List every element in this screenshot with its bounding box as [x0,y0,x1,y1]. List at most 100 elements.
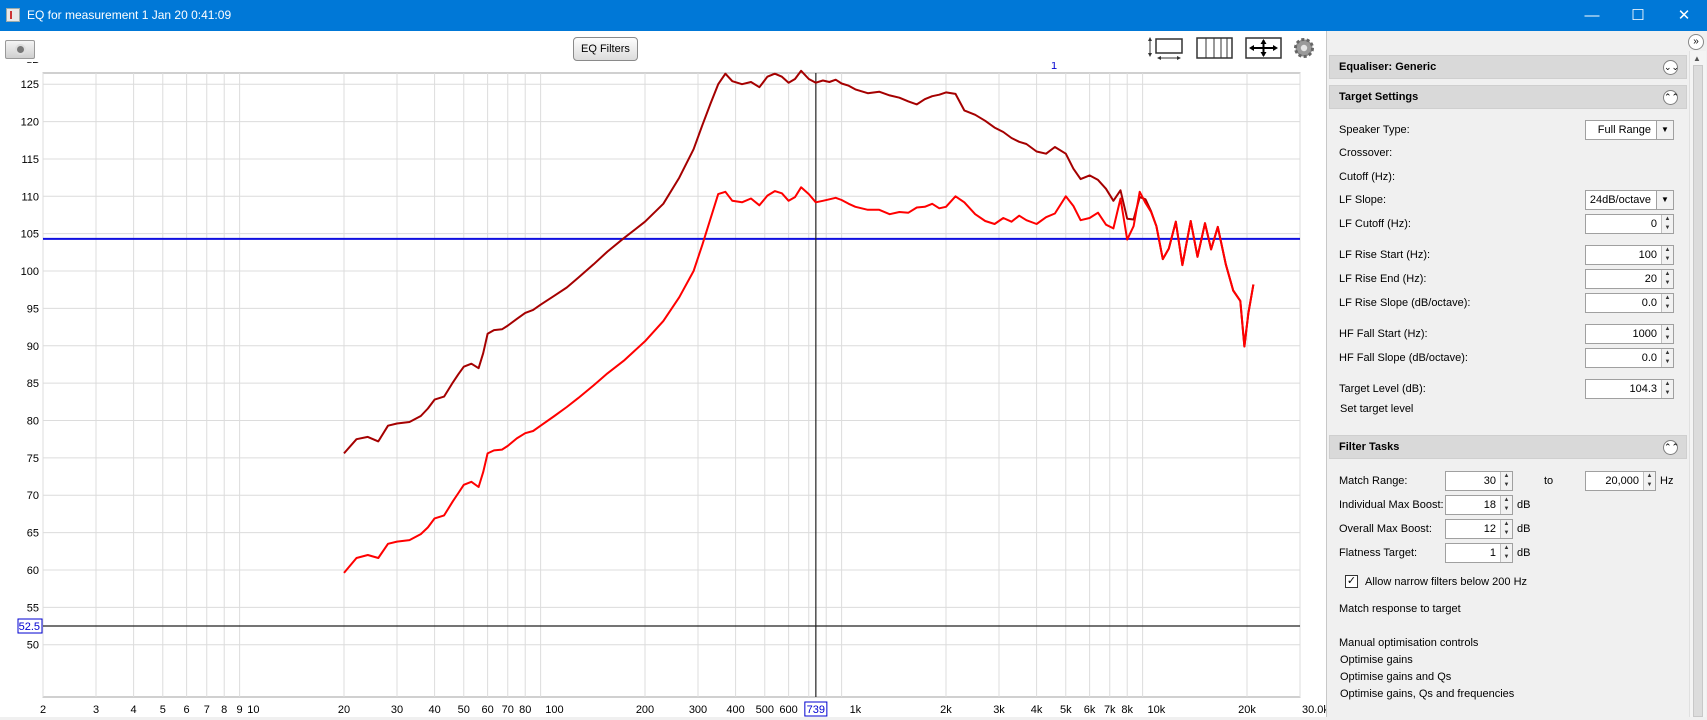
lf-slope-select[interactable]: 24dB/octave ▼ [1585,190,1674,210]
x-tick-label: 2 [40,704,46,716]
x-tick-label: 70 [502,704,514,716]
match-response-link[interactable]: Match response to target [1339,603,1461,615]
graph-size-icon[interactable] [1147,35,1185,61]
lf-slope-label: LF Slope: [1339,194,1387,206]
camera-icon[interactable] [5,40,35,59]
x-tick-label: 20 [338,704,350,716]
y-tick-label: 50 [27,640,39,652]
optimise-gains-link[interactable]: Optimise gains [1340,654,1413,666]
x-tick-label: 5 [160,704,166,716]
lf-rise-end-value: 20 [1644,273,1657,285]
x-tick-label: 3 [93,704,99,716]
overall-max-boost-value: 12 [1483,523,1496,535]
x-tick-label: 9 [237,704,243,716]
allow-narrow-checkbox[interactable]: ✓ [1345,575,1358,588]
target-level-label: Target Level (dB): [1339,383,1426,395]
x-tick-label: 3k [993,704,1005,716]
individual-max-boost-field[interactable]: 18 ▲ ▼ [1445,495,1513,515]
x-tick-label: 10k [1148,704,1166,716]
match-range-to-value: 20,000 [1605,475,1639,487]
filter-tasks-title: Filter Tasks [1339,441,1400,453]
x-tick-label: 8 [221,704,227,716]
x-tick-label: 60 [481,704,493,716]
speaker-type-label: Speaker Type: [1339,124,1410,136]
lf-slope-value: 24dB/octave [1589,194,1651,206]
x-tick-label: 200 [636,704,654,716]
overall-max-boost-label: Overall Max Boost: [1339,523,1432,535]
x-tick-label: 1k [850,704,862,716]
target-settings-header[interactable]: Target Settings ⌃⌃ [1329,85,1687,109]
y-tick-label: 110 [21,191,39,203]
collapse-icon[interactable]: ⌃⌃ [1663,90,1679,105]
x-tick-label: 2k [940,704,952,716]
plot-area [42,72,1301,698]
x-tick-label: 8k [1121,704,1133,716]
filter-tasks-header[interactable]: Filter Tasks ⌃⌃ [1329,435,1687,459]
close-button[interactable]: ✕ [1661,0,1707,31]
individual-max-boost-label: Individual Max Boost: [1339,499,1444,511]
flatness-target-label: Flatness Target: [1339,547,1418,559]
grid-icon[interactable] [1196,35,1234,61]
y-tick-label: 85 [27,378,39,390]
hf-fall-start-field[interactable]: 1000 ▲ ▼ [1585,324,1674,344]
eq-filters-button[interactable]: EQ Filters [573,37,638,61]
lf-rise-end-label: LF Rise End (Hz): [1339,273,1427,285]
lf-rise-slope-field[interactable]: 0.0 ▲ ▼ [1585,293,1674,313]
hf-fall-slope-field[interactable]: 0.0 ▲ ▼ [1585,348,1674,368]
y-tick-label: 75 [27,453,39,465]
lf-rise-start-field[interactable]: 100 ▲ ▼ [1585,245,1674,265]
crossover-label: Crossover: [1339,147,1393,159]
target-level-value: 104.3 [1629,383,1657,395]
match-range-to-field[interactable]: 20,000 ▲ ▼ [1585,471,1656,491]
flatness-target-field[interactable]: 1 ▲ ▼ [1445,543,1513,563]
flatness-target-value: 1 [1489,547,1496,559]
db-unit-label: dB [1517,523,1531,535]
target-level-field[interactable]: 104.3 ▲ ▼ [1585,379,1674,399]
hz-unit-label: Hz [1660,475,1674,487]
overall-max-boost-field[interactable]: 12 ▲ ▼ [1445,519,1513,539]
x-tick-label: 7 [204,704,210,716]
collapse-icon[interactable]: ⌃⌃ [1663,440,1679,455]
lf-rise-start-label: LF Rise Start (Hz): [1339,249,1431,261]
optimise-gains-qs-link[interactable]: Optimise gains and Qs [1340,671,1451,683]
optimise-gains-qs-freqs-link[interactable]: Optimise gains, Qs and frequencies [1340,688,1514,700]
y-tick-label: 90 [27,341,39,353]
lf-cutoff-field[interactable]: 0 ▲ ▼ [1585,214,1674,234]
lf-rise-slope-label: LF Rise Slope (dB/octave): [1339,297,1471,309]
match-range-label: Match Range: [1339,475,1408,487]
chevron-down-icon[interactable]: ▼ [1656,191,1673,209]
y-tick-label: 105 [21,229,39,241]
maximize-button[interactable]: ☐ [1615,0,1661,31]
set-target-level-link[interactable]: Set target level [1340,403,1413,415]
speaker-type-value: Full Range [1597,124,1651,136]
panel-scrollbar[interactable]: ▲ [1689,51,1706,717]
lf-rise-end-field[interactable]: 20 ▲ ▼ [1585,269,1674,289]
y-tick-label: 65 [27,528,39,540]
y-tick-label: 125 [21,79,39,91]
fit-axes-icon[interactable] [1245,35,1283,61]
speaker-type-select[interactable]: Full Range ▼ [1585,120,1674,140]
x-tick-label: 30 [391,704,403,716]
x-tick-label: 10 [247,704,259,716]
chevron-down-icon[interactable]: ▼ [1656,121,1673,139]
hf-fall-start-value: 1000 [1632,328,1657,340]
frequency-response-chart[interactable]: 12512011511010510095908580757065605550dB… [0,54,1342,717]
lf-rise-start-value: 100 [1638,249,1657,261]
x-tick-label: 100 [545,704,563,716]
gear-icon[interactable] [1292,36,1316,62]
y-tick-label: 95 [27,303,39,315]
scrollbar-thumb[interactable] [1693,65,1703,717]
x-tick-label: 4k [1031,704,1043,716]
minimize-button[interactable]: — [1569,0,1615,31]
collapse-panel-button[interactable]: » [1688,34,1704,50]
expand-icon[interactable]: ⌄⌄ [1663,60,1679,75]
y-tick-label: 80 [27,415,39,427]
scroll-up-icon[interactable]: ▲ [1693,54,1701,63]
cutoff-label: Cutoff (Hz): [1339,171,1396,183]
x-tick-label: 40 [428,704,440,716]
db-unit-label: dB [1517,547,1531,559]
match-range-from-field[interactable]: 30 ▲ ▼ [1445,471,1513,491]
equaliser-section-header[interactable]: Equaliser: Generic ⌄⌄ [1329,55,1687,79]
x-tick-label: 5k [1060,704,1072,716]
x-tick-label: 300 [689,704,707,716]
